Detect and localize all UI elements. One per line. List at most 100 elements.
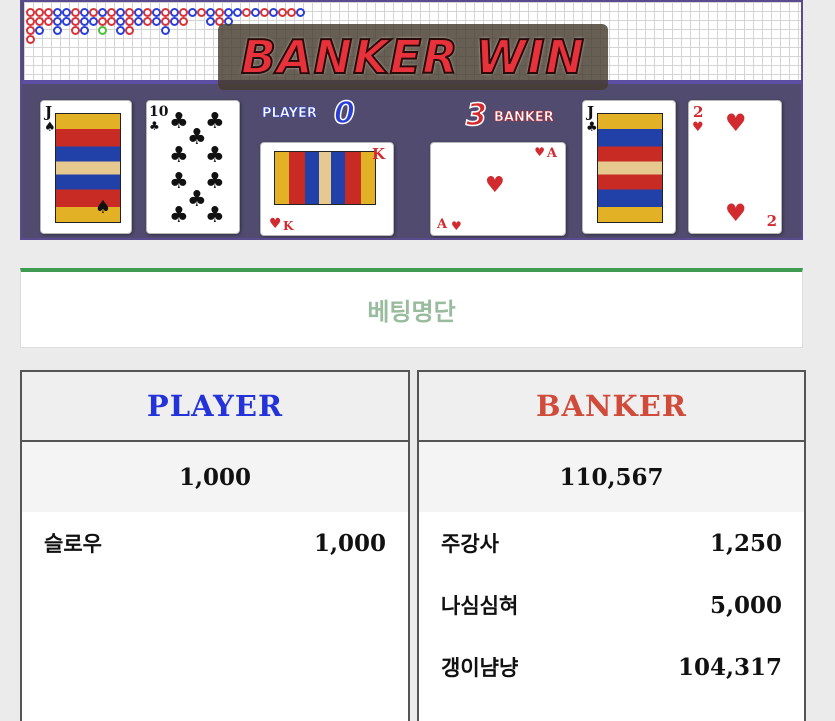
- road-bead: [107, 17, 116, 26]
- card-suit-icon: ♠: [44, 120, 56, 135]
- road-bead: [242, 8, 251, 17]
- card-suit-icon: ♥: [451, 219, 462, 233]
- road-bead: [296, 8, 305, 17]
- road-bead: [152, 17, 161, 26]
- road-bead: [80, 8, 89, 17]
- player-total: 1,000: [22, 442, 408, 512]
- list-item: 주강사 1,250: [419, 512, 804, 574]
- card-suit-icon: ♥: [692, 120, 704, 135]
- road-bead: [161, 17, 170, 26]
- player-hand-label: PLAYER: [262, 106, 318, 122]
- list-item: 슬로우 1,000: [22, 512, 408, 574]
- road-bead: [125, 26, 134, 35]
- banker-hand-label: BANKER: [494, 110, 554, 126]
- road-bead: [143, 17, 152, 26]
- club-pip-icon: ♣: [169, 143, 189, 168]
- road-bead: [161, 8, 170, 17]
- club-pip-icon: ♣: [187, 187, 207, 212]
- road-bead: [26, 8, 35, 17]
- road-bead: [26, 17, 35, 26]
- road-bead: [53, 8, 62, 17]
- club-pip-icon: ♣: [205, 143, 225, 168]
- list-item: 나심심혀 5,000: [419, 574, 804, 636]
- road-bead: [89, 8, 98, 17]
- road-bead: [206, 17, 215, 26]
- bettor-name: 나심심혀: [441, 594, 519, 618]
- road-bead: [260, 8, 269, 17]
- banker-column-header: BANKER: [419, 372, 804, 442]
- road-bead: [71, 26, 80, 35]
- list-item: 갱이냠냥 104,317: [419, 636, 804, 698]
- player-card-2: 10 ♣ ♣ ♣ ♣ ♣ ♣ ♣ ♣ ♣ ♣ ♣: [146, 100, 240, 234]
- card-suit-icon: ♣: [149, 119, 160, 133]
- road-bead: [62, 17, 71, 26]
- road-bead: [233, 8, 242, 17]
- road-bead: [26, 26, 35, 35]
- road-bead: [269, 8, 278, 17]
- heart-pip-icon: ♥: [725, 199, 747, 227]
- road-bead: [287, 8, 296, 17]
- road-bead: [143, 8, 152, 17]
- jack-face-icon: [55, 113, 121, 223]
- card-suit-icon: ♥: [534, 145, 545, 159]
- road-bead: [179, 17, 188, 26]
- road-bead: [98, 8, 107, 17]
- road-bead: [188, 8, 197, 17]
- road-bead: [251, 8, 260, 17]
- road-bead: [116, 17, 125, 26]
- card-rank: K: [371, 145, 385, 163]
- road-bead: [152, 8, 161, 17]
- game-board: J ♠ ♠ 10 ♣ ♣ ♣ ♣ ♣ ♣ ♣ ♣ ♣ ♣ ♣ K ♥ K PLA…: [20, 0, 803, 240]
- road-bead: [161, 26, 170, 35]
- betting-list-header: 베팅명단: [20, 268, 803, 348]
- cards-area: J ♠ ♠ 10 ♣ ♣ ♣ ♣ ♣ ♣ ♣ ♣ ♣ ♣ ♣ K ♥ K PLA…: [22, 92, 801, 238]
- card-rank: 2: [766, 212, 777, 230]
- road-bead: [44, 17, 53, 26]
- king-face-icon: [274, 151, 376, 205]
- club-pip-icon: ♣: [169, 169, 189, 194]
- road-bead: [197, 8, 206, 17]
- road-bead: [98, 17, 107, 26]
- road-bead: [278, 8, 287, 17]
- road-bead: [89, 17, 98, 26]
- road-bead: [125, 8, 134, 17]
- banker-card-2: J ♣: [582, 100, 676, 234]
- bet-amount: 5,000: [709, 591, 782, 619]
- road-bead: [35, 26, 44, 35]
- road-bead: [125, 17, 134, 26]
- banker-hand-score: 3: [465, 97, 487, 134]
- bet-amount: 1,250: [709, 529, 782, 557]
- card-rank: K: [283, 219, 294, 233]
- card-rank: A: [437, 217, 448, 232]
- betting-list-title: 베팅명단: [367, 298, 456, 326]
- road-bead: [35, 17, 44, 26]
- road-bead: [170, 17, 179, 26]
- player-card-3: K ♥ K: [260, 142, 394, 236]
- club-pip-icon: ♣: [205, 169, 225, 194]
- road-bead: [80, 26, 89, 35]
- road-bead: [35, 8, 44, 17]
- banker-card-3: 2 ♥ ♥ ♥ 2: [688, 100, 782, 234]
- road-bead: [224, 8, 233, 17]
- club-pip-icon: ♣: [169, 203, 189, 228]
- road-bead: [80, 17, 89, 26]
- road-bead: [26, 35, 35, 44]
- banker-total: 110,567: [419, 442, 804, 512]
- bettor-name: 주강사: [441, 532, 499, 556]
- card-suit-icon: ♥: [269, 216, 282, 232]
- road-bead: [44, 8, 53, 17]
- club-pip-icon: ♣: [187, 125, 207, 150]
- bettor-name: 갱이냠냥: [441, 656, 519, 680]
- road-bead: [62, 8, 71, 17]
- road-bead: [206, 8, 215, 17]
- road-bead: [98, 26, 107, 35]
- road-bead: [134, 17, 143, 26]
- club-pip-icon: ♣: [205, 203, 225, 228]
- road-bead: [215, 8, 224, 17]
- jack-face-icon: [597, 113, 663, 223]
- card-suit-icon: ♣: [586, 120, 598, 135]
- player-bets-column: PLAYER 1,000 슬로우 1,000: [20, 370, 410, 721]
- card-rank: A: [546, 146, 557, 161]
- road-bead: [179, 8, 188, 17]
- heart-pip-icon: ♥: [725, 109, 747, 137]
